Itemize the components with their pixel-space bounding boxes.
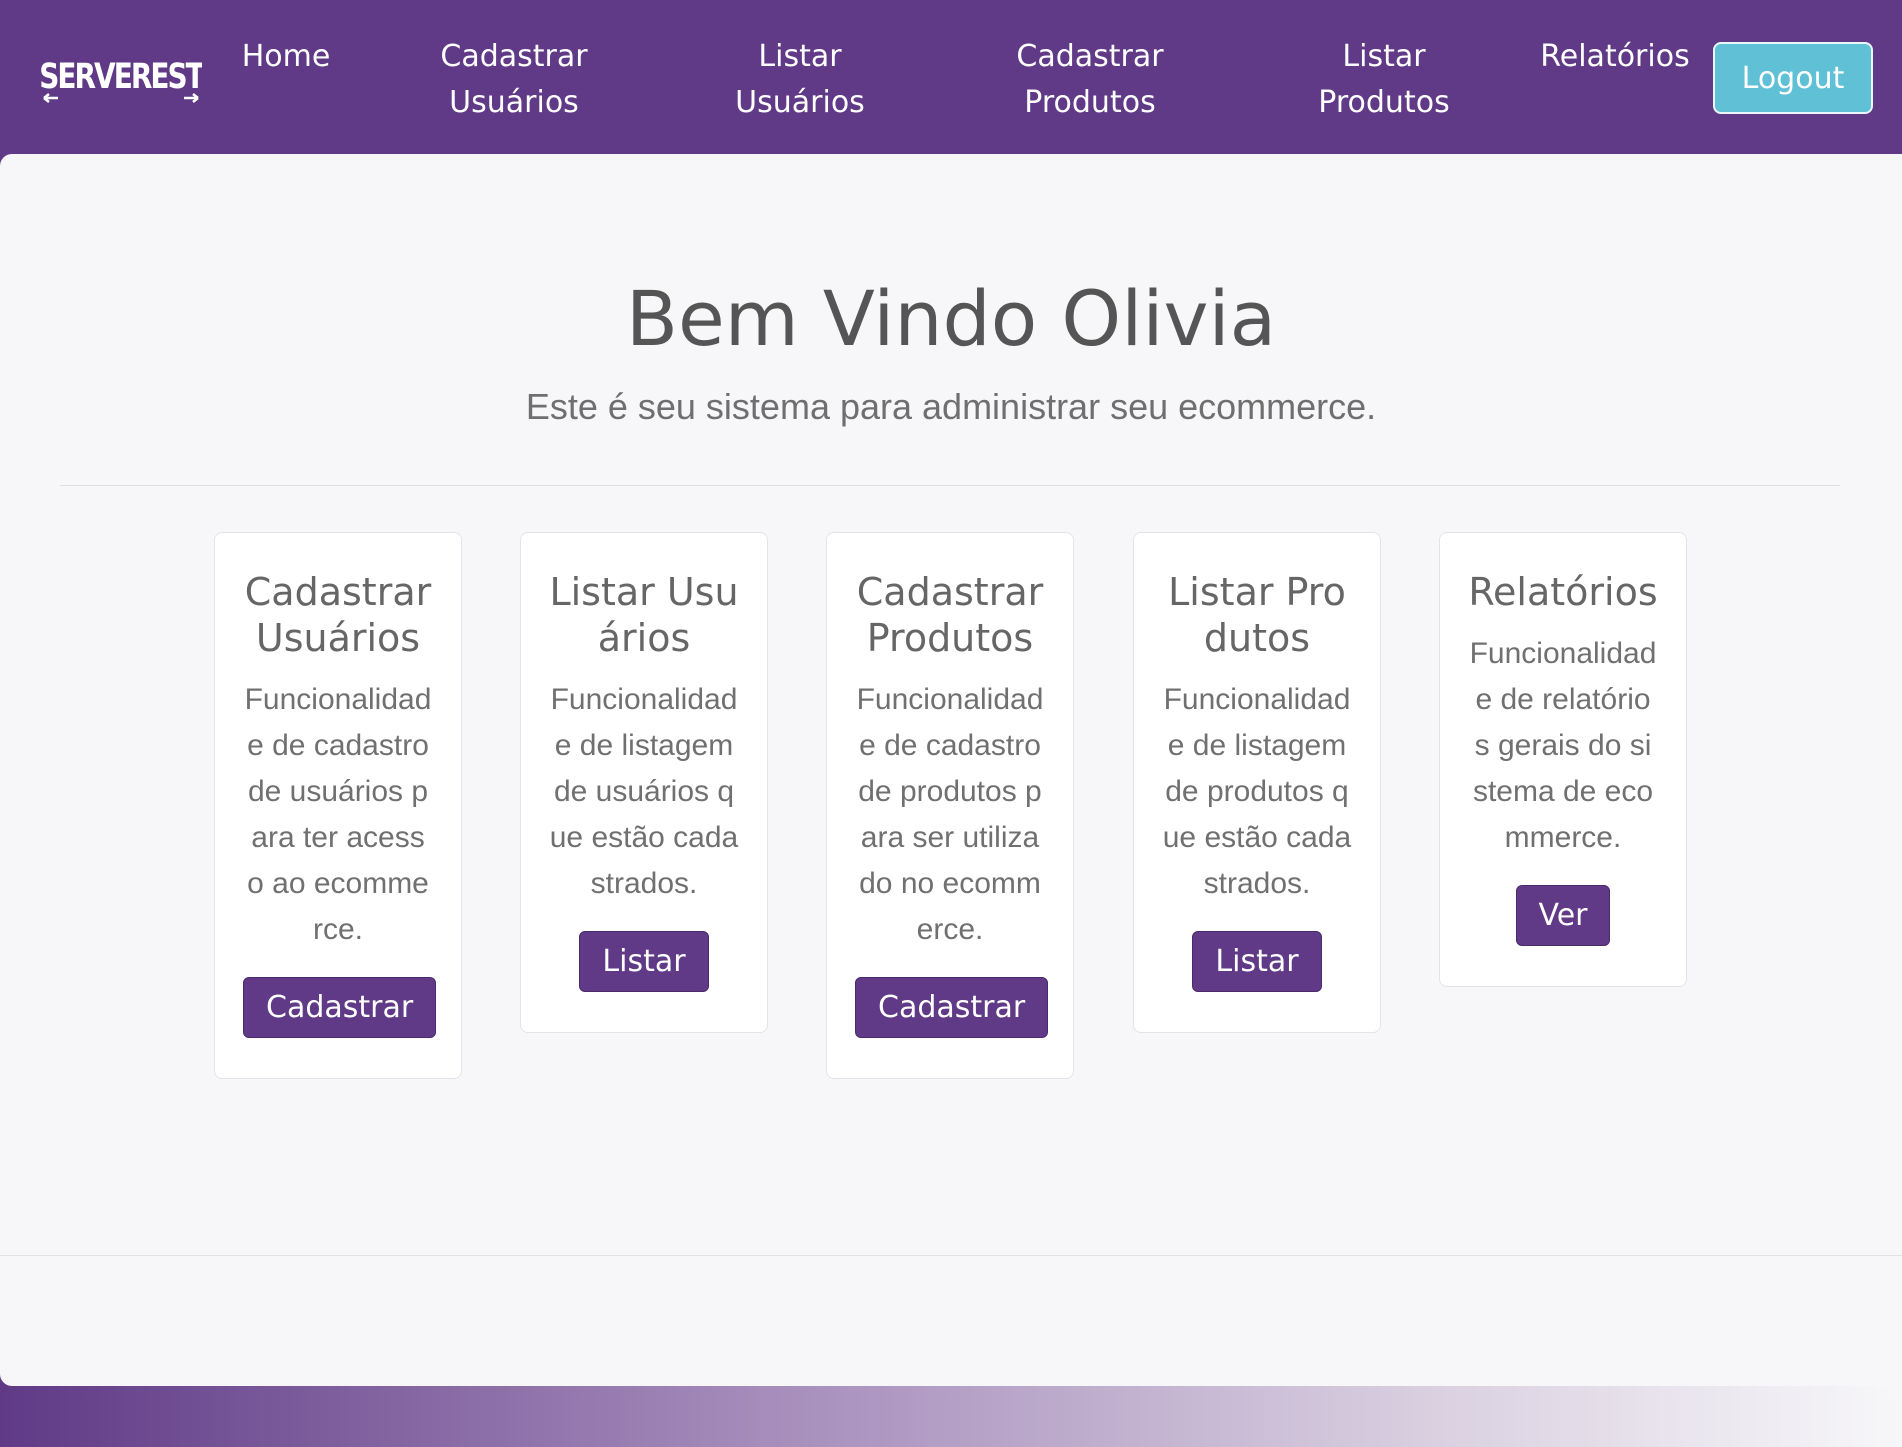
nav-listar-usuarios[interactable]: Listar Usuários [710,34,890,126]
main-content: Bem Vindo Olivia Este é seu sistema para… [0,154,1902,1386]
card-relatorios: Relatórios Funcionalidade de relatórios … [1439,532,1687,987]
card-text: Funcionalidade de cadastro de produtos p… [856,683,1044,946]
footer-divider [0,1255,1902,1256]
card-title: Cadastrar Produtos [856,570,1044,660]
card-listar-usuarios: Listar Usuários Funcionalidade de listag… [520,532,768,1033]
serverest-logo-image: SERVEREST [40,57,202,103]
nav-home[interactable]: Home [236,34,336,80]
card-text: Funcionalidade de listagem de usuários q… [549,683,739,900]
nav-cadastrar-produtos-line2: Produtos [1024,85,1156,120]
cadastrar-produtos-button[interactable]: Cadastrar [855,977,1049,1038]
ver-relatorios-button[interactable]: Ver [1515,885,1611,946]
nav-cadastrar-usuarios-line2: Usuários [449,85,579,120]
nav-listar-produtos[interactable]: Listar Produtos [1294,34,1474,126]
card-text: Funcionalidade de cadastro de usuários p… [244,683,432,946]
welcome-title: Bem Vindo Olivia [625,274,1277,363]
serverest-logo[interactable]: SERVEREST [40,48,202,104]
card-title: Cadastrar Usuários [244,570,432,660]
listar-produtos-button[interactable]: Listar [1192,931,1322,992]
nav-listar-usuarios-line1: Listar [758,39,842,74]
listar-usuarios-button[interactable]: Listar [579,931,709,992]
nav-cadastrar-usuarios-line1: Cadastrar [440,39,588,74]
svg-text:SERVEREST: SERVEREST [40,57,202,97]
nav-cadastrar-produtos[interactable]: Cadastrar Produtos [1000,34,1180,126]
card-cadastrar-produtos: Cadastrar Produtos Funcionalidade de cad… [826,532,1074,1079]
welcome-subtitle: Este é seu sistema para administrar seu … [525,386,1377,427]
card-title: Relatórios [1468,570,1658,614]
cadastrar-usuarios-button[interactable]: Cadastrar [243,977,437,1038]
nav-relatorios[interactable]: Relatórios [1534,34,1696,80]
top-navbar: SERVEREST Home Cadastrar Usuários Listar… [0,0,1902,154]
card-listar-produtos: Listar Produtos Funcionalidade de listag… [1133,532,1381,1033]
nav-listar-usuarios-line2: Usuários [735,85,865,120]
nav-listar-produtos-line2: Produtos [1318,85,1450,120]
card-cadastrar-usuarios: Cadastrar Usuários Funcionalidade de cad… [214,532,462,1079]
nav-listar-produtos-line1: Listar [1342,39,1426,74]
divider [60,485,1840,486]
nav-cadastrar-produtos-line1: Cadastrar [1016,39,1164,74]
card-text: Funcionalidade de relatórios gerais do s… [1469,637,1657,854]
nav-cadastrar-usuarios[interactable]: Cadastrar Usuários [424,34,604,126]
card-text: Funcionalidade de listagem de produtos q… [1162,683,1352,900]
card-title: Listar Usuários [549,570,739,660]
logout-button[interactable]: Logout [1713,42,1873,114]
card-title: Listar Produtos [1168,570,1346,660]
